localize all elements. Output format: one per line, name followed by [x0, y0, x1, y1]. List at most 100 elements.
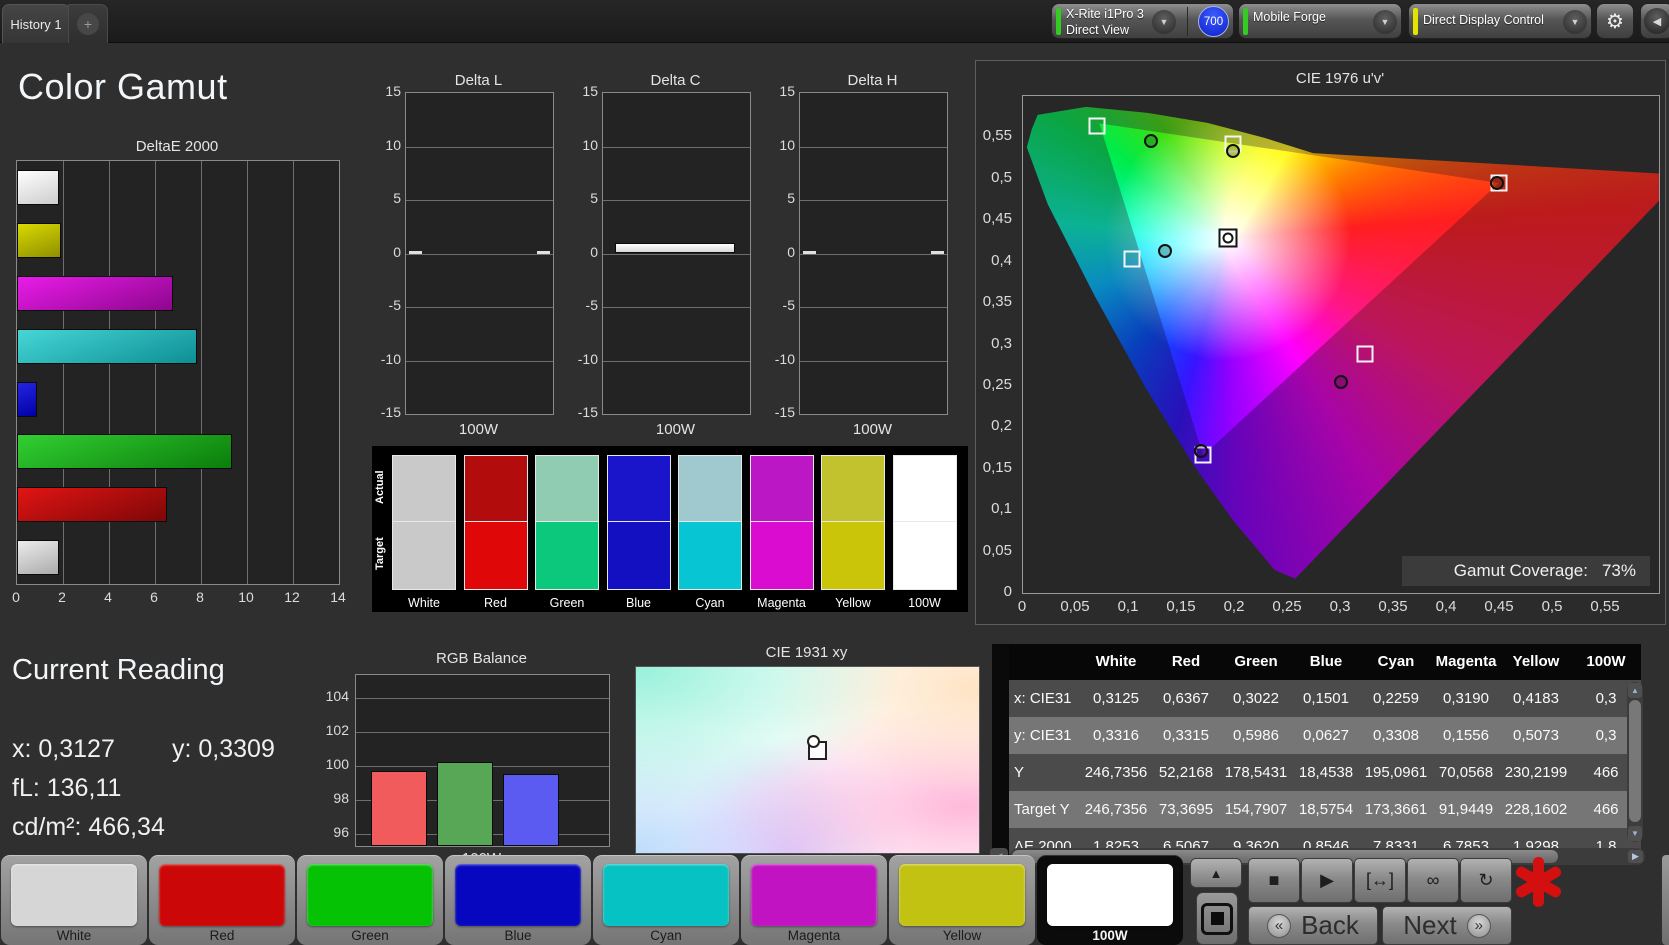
- swatch-label: Yellow: [835, 596, 871, 610]
- marker-white-point-circle-icon: [1222, 232, 1234, 244]
- source-dropdown[interactable]: Mobile Forge ▼: [1238, 3, 1402, 39]
- table-cell[interactable]: 154,7907: [1221, 791, 1291, 828]
- table-cell[interactable]: 0,0627: [1291, 717, 1361, 754]
- swatch-target-patch: [749, 522, 814, 590]
- scroll-up-icon[interactable]: ▲: [1628, 683, 1642, 698]
- table-cell[interactable]: 0,5986: [1221, 717, 1291, 754]
- table-row-label[interactable]: x: CIE31: [1009, 680, 1081, 717]
- refresh-button[interactable]: ↻: [1460, 858, 1512, 903]
- chart-title: Delta H: [847, 72, 898, 89]
- table-cell[interactable]: 0,3315: [1151, 717, 1221, 754]
- pattern-up-button[interactable]: ▲: [1190, 858, 1242, 888]
- pattern-button-cyan[interactable]: Cyan: [593, 855, 739, 945]
- deltae-bar-blue: [17, 381, 37, 417]
- table-cell[interactable]: 246,7356: [1081, 791, 1151, 828]
- table-row-label[interactable]: y: CIE31: [1009, 717, 1081, 754]
- table-cell[interactable]: 70,0568: [1431, 754, 1501, 791]
- deltae-bar-cyan: [17, 328, 198, 364]
- deltae-bar-green: [17, 434, 233, 470]
- table-cell[interactable]: 228,1602: [1501, 791, 1571, 828]
- gridline: [293, 161, 294, 584]
- workflow-dropdown[interactable]: Direct Display Control ▼: [1408, 3, 1592, 39]
- loop-icon: ∞: [1426, 870, 1440, 890]
- meter-badge[interactable]: 700: [1198, 6, 1229, 37]
- table-vertical-scrollbar[interactable]: ▲ ▼: [1627, 682, 1643, 842]
- table-cell[interactable]: 0,3316: [1081, 717, 1151, 754]
- play-button[interactable]: ▶: [1301, 858, 1353, 903]
- table-cell[interactable]: 0,3190: [1431, 680, 1501, 717]
- table-cell[interactable]: 178,5431: [1221, 754, 1291, 791]
- swatch-target-patch: [821, 522, 885, 590]
- marker-actual-cyan: [1158, 243, 1173, 258]
- pattern-button-100w[interactable]: 100W: [1037, 855, 1183, 945]
- table-cell[interactable]: 0,3308: [1361, 717, 1431, 754]
- target-axis-label: Target: [374, 537, 386, 571]
- pattern-window-button[interactable]: [1196, 892, 1238, 945]
- table-cell[interactable]: 0,3022: [1221, 680, 1291, 717]
- table-header-cell: Red: [1151, 644, 1221, 680]
- table-cell[interactable]: 195,0961: [1361, 754, 1431, 791]
- settings-button[interactable]: ⚙: [1596, 3, 1634, 39]
- pattern-button-blue[interactable]: Blue: [445, 855, 591, 945]
- collapse-panel-button[interactable]: ◀: [1640, 3, 1669, 39]
- table-cell[interactable]: 230,2199: [1501, 754, 1571, 791]
- table-cell[interactable]: 91,9449: [1431, 791, 1501, 828]
- table-cell[interactable]: 18,4538: [1291, 754, 1361, 791]
- chevron-down-icon[interactable]: ▼: [1563, 10, 1587, 34]
- axis-tick-label: 0,25: [982, 375, 1012, 393]
- table-cell[interactable]: 18,5754: [1291, 791, 1361, 828]
- axis-tick-label: 0: [787, 243, 795, 260]
- pattern-label: Blue: [504, 928, 532, 943]
- vertical-scroll-thumb[interactable]: [1629, 700, 1641, 822]
- axis-tick-label: 0,4: [991, 251, 1012, 269]
- swatch-white: White: [392, 455, 456, 612]
- table-cell[interactable]: 0,3125: [1081, 680, 1151, 717]
- table-cell[interactable]: 0,6367: [1151, 680, 1221, 717]
- tab-history-1[interactable]: History 1: [2, 4, 70, 43]
- table-cell[interactable]: 0,2259: [1361, 680, 1431, 717]
- pattern-button-white[interactable]: White: [1, 855, 147, 945]
- marker-actual-green: [1144, 133, 1159, 148]
- chevron-down-icon[interactable]: ▼: [1152, 10, 1176, 34]
- axis-tick-label: -10: [577, 350, 598, 367]
- chevron-down-icon[interactable]: ▼: [1373, 10, 1397, 34]
- back-button[interactable]: « Back: [1248, 906, 1378, 945]
- step-button[interactable]: [↔]: [1354, 858, 1406, 903]
- pattern-button-magenta[interactable]: Magenta: [741, 855, 887, 945]
- gridline: [356, 697, 609, 699]
- pattern-button-red[interactable]: Red: [149, 855, 295, 945]
- cie1976-title: CIE 1976 u'v': [1295, 70, 1385, 87]
- table-row-label[interactable]: Y: [1009, 754, 1081, 791]
- table-cell[interactable]: 0,4183: [1501, 680, 1571, 717]
- pattern-label: Green: [351, 928, 389, 943]
- meter-dropdown[interactable]: X-Rite i1Pro 3 Direct View ▼ 700: [1051, 3, 1234, 39]
- source-label: Mobile Forge: [1253, 10, 1326, 24]
- table-cell[interactable]: 0,1501: [1291, 680, 1361, 717]
- axis-tick-label: 4: [104, 589, 112, 605]
- chart-title: Delta L: [454, 72, 503, 89]
- delta-zero-mark: [803, 251, 816, 254]
- pattern-button-yellow[interactable]: Yellow: [889, 855, 1035, 945]
- refresh-icon: ↻: [1478, 870, 1494, 890]
- table-cell[interactable]: 173,3661: [1361, 791, 1431, 828]
- clipped-side-button[interactable]: [1662, 855, 1669, 945]
- table-row-label[interactable]: Target Y: [1009, 791, 1081, 828]
- marker-actual-magenta: [1334, 374, 1348, 389]
- delta-h-chart: Delta H 15 10 5 0 -5 -10 -15 100W: [771, 72, 948, 444]
- scroll-right-icon[interactable]: ▶: [1628, 850, 1643, 863]
- loop-button[interactable]: ∞: [1407, 858, 1459, 903]
- table-cell[interactable]: 0,1556: [1431, 717, 1501, 754]
- pattern-button-green[interactable]: Green: [297, 855, 443, 945]
- table-cell[interactable]: 73,3695: [1151, 791, 1221, 828]
- stop-button[interactable]: ■: [1248, 858, 1300, 903]
- gridline: [603, 146, 750, 148]
- measurement-table: White Red Green Blue Cyan Magenta Yellow 100W x:…: [1009, 644, 1645, 854]
- table-cell[interactable]: 52,2168: [1151, 754, 1221, 791]
- axis-tick-label: 0,2: [991, 417, 1012, 435]
- new-tab-button[interactable]: +: [68, 4, 108, 43]
- table-cell[interactable]: 0,5073: [1501, 717, 1571, 754]
- scroll-down-icon[interactable]: ▼: [1628, 826, 1642, 841]
- table-cell[interactable]: 246,7356: [1081, 754, 1151, 791]
- next-button[interactable]: Next »: [1382, 906, 1512, 945]
- axis-tick-label: 0,15: [1166, 598, 1196, 615]
